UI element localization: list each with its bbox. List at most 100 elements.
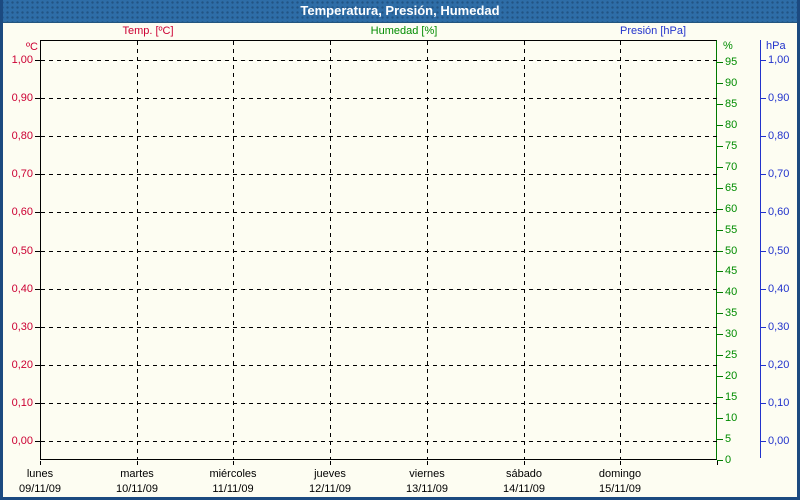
humidity-tick-label: 50	[725, 245, 738, 257]
temp-axis-tick	[35, 98, 40, 99]
day-name-label: jueves	[314, 468, 346, 480]
humidity-tick-label: 65	[725, 182, 738, 194]
h-gridline	[41, 327, 717, 328]
humidity-tick-label: 5	[725, 433, 732, 445]
humidity-tick-label: 90	[725, 77, 738, 89]
humidity-tick-label: 95	[725, 56, 738, 68]
humidity-axis-tick	[717, 439, 723, 440]
h-gridline	[41, 60, 717, 61]
temp-tick-label: 0,10	[11, 397, 33, 409]
pressure-tick-label: 0,00	[768, 435, 790, 447]
humidity-axis-tick	[717, 397, 723, 398]
humidity-tick-label: 35	[725, 307, 738, 319]
temp-axis-tick	[35, 60, 40, 61]
temp-tick-label: 0,60	[11, 206, 33, 218]
temp-tick-label: 1,00	[11, 54, 33, 66]
day-axis-tick	[233, 461, 234, 465]
humidity-tick-label: 75	[725, 140, 738, 152]
humidity-axis-tick	[717, 292, 723, 293]
h-gridline	[41, 403, 717, 404]
temp-tick-label: 0,00	[11, 435, 33, 447]
humidity-tick-label: 40	[725, 286, 738, 298]
day-date-label: 10/11/09	[115, 483, 158, 495]
day-axis-tick	[620, 461, 621, 465]
h-gridline	[41, 289, 717, 290]
day-name-label: sábado	[505, 468, 543, 480]
pressure-axis-unit: hPa	[766, 40, 786, 52]
day-name-label: miércoles	[209, 468, 257, 480]
humidity-axis-tick	[717, 418, 723, 419]
legend-pressure-label: Presión [hPa]	[619, 25, 687, 37]
day-name-label: viernes	[409, 468, 445, 480]
humidity-axis-tick	[717, 146, 723, 147]
humidity-tick-label: 20	[725, 370, 738, 382]
day-name-label: domingo	[598, 468, 642, 480]
h-gridline	[41, 174, 717, 175]
day-date-label: 12/11/09	[308, 483, 351, 495]
day-date-label: 13/11/09	[405, 483, 448, 495]
v-gridline	[427, 41, 428, 460]
pressure-tick-label: 0,90	[768, 92, 790, 104]
humidity-axis-tick	[717, 83, 723, 84]
day-name-label: martes	[120, 468, 154, 480]
humidity-axis-tick	[717, 334, 723, 335]
day-name-label: lunes	[26, 468, 54, 480]
humidity-axis-tick	[717, 355, 723, 356]
day-axis-tick	[717, 461, 718, 465]
v-gridline	[524, 41, 525, 460]
day-axis-tick	[330, 461, 331, 465]
humidity-axis-tick	[717, 376, 723, 377]
day-date-label: 15/11/09	[598, 483, 641, 495]
humidity-axis-tick	[717, 167, 723, 168]
temp-axis-tick	[35, 403, 40, 404]
humidity-axis-tick	[717, 104, 723, 105]
temp-tick-label: 0,80	[11, 130, 33, 142]
day-axis-tick	[427, 461, 428, 465]
humidity-tick-label: 15	[725, 391, 738, 403]
temp-axis-tick	[35, 327, 40, 328]
h-gridline	[41, 212, 717, 213]
humidity-axis-tick	[717, 271, 723, 272]
legend-temp-label: Temp. [ºC]	[122, 25, 174, 37]
h-gridline	[41, 441, 717, 442]
window-title: Temperatura, Presión, Humedad	[300, 3, 500, 18]
titlebar[interactable]: Temperatura, Presión, Humedad	[0, 0, 800, 23]
h-gridline	[41, 98, 717, 99]
temp-axis-tick	[35, 441, 40, 442]
temp-tick-label: 0,50	[11, 245, 33, 257]
humidity-axis-tick	[717, 188, 723, 189]
day-date-label: 09/11/09	[18, 483, 61, 495]
plot-area	[40, 40, 717, 460]
temp-axis-tick	[35, 251, 40, 252]
pressure-tick-label: 0,70	[768, 168, 790, 180]
temp-axis-tick	[35, 212, 40, 213]
day-axis-tick	[40, 461, 41, 465]
day-date-label: 14/11/09	[502, 483, 545, 495]
chart-window: Temperatura, Presión, Humedad Temp. [ºC]…	[0, 0, 800, 500]
h-gridline	[41, 365, 717, 366]
humidity-axis-tick	[717, 251, 723, 252]
humidity-axis-tick	[717, 313, 723, 314]
humidity-tick-label: 10	[725, 412, 738, 424]
legend-humidity-label: Humedad [%]	[370, 25, 438, 37]
pressure-tick-label: 1,00	[768, 54, 790, 66]
h-gridline	[41, 251, 717, 252]
pressure-tick-label: 0,30	[768, 321, 790, 333]
temp-axis-tick	[35, 174, 40, 175]
humidity-tick-label: 25	[725, 349, 738, 361]
temp-tick-label: 0,30	[11, 321, 33, 333]
humidity-tick-label: 55	[725, 224, 738, 236]
pressure-tick-label: 0,20	[768, 359, 790, 371]
left-axis-unit: ºC	[26, 41, 38, 53]
temp-axis-tick	[35, 365, 40, 366]
v-gridline	[137, 41, 138, 460]
humidity-tick-label: 30	[725, 328, 738, 340]
v-gridline	[330, 41, 331, 460]
humidity-axis-unit: %	[723, 40, 733, 52]
v-gridline	[620, 41, 621, 460]
temp-tick-label: 0,40	[11, 283, 33, 295]
pressure-tick-label: 0,60	[768, 206, 790, 218]
pressure-tick-label: 0,50	[768, 245, 790, 257]
temp-tick-label: 0,70	[11, 168, 33, 180]
h-gridline	[41, 136, 717, 137]
